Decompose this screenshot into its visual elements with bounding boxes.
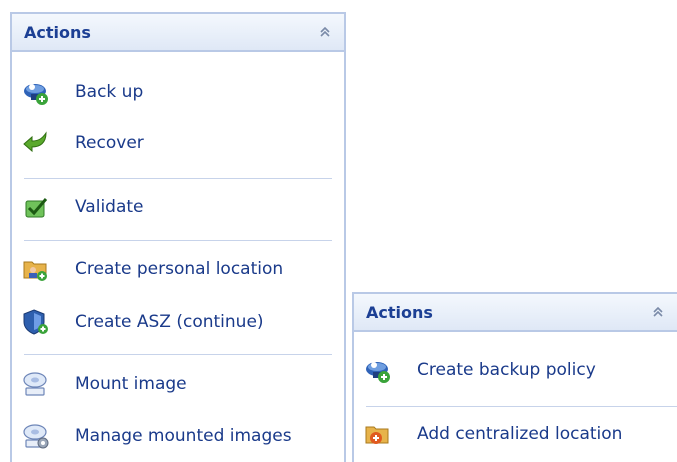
divider — [24, 178, 332, 179]
double-chevron-up-icon[interactable] — [318, 25, 332, 39]
action-label: Manage mounted images — [75, 426, 292, 446]
panel-header[interactable]: Actions — [12, 14, 344, 52]
action-label: Create ASZ (continue) — [75, 312, 264, 332]
action-label: Add centralized location — [417, 424, 623, 444]
folder-add-icon — [365, 426, 389, 444]
divider — [24, 354, 332, 355]
panel-title: Actions — [24, 22, 91, 42]
divider — [366, 406, 677, 407]
actions-panel-left: Actions Back up Recover Validate Create … — [10, 12, 346, 462]
action-create-personal-location[interactable]: Create personal location — [22, 251, 283, 287]
action-recover[interactable]: Recover — [22, 125, 144, 161]
action-mount-image[interactable]: Mount image — [22, 366, 187, 402]
action-label: Create personal location — [75, 259, 284, 279]
action-validate[interactable]: Validate — [22, 189, 144, 225]
action-add-centralized-location[interactable]: Add centralized location — [364, 416, 622, 452]
double-chevron-up-icon[interactable] — [651, 305, 665, 319]
action-label: Back up — [75, 82, 144, 102]
action-back-up[interactable]: Back up — [22, 74, 143, 110]
action-label: Recover — [75, 133, 144, 153]
action-manage-mounted-images[interactable]: Manage mounted images — [22, 418, 292, 454]
shield-icon — [23, 309, 48, 335]
action-label: Validate — [75, 197, 144, 217]
action-label: Create backup policy — [417, 360, 596, 380]
panel-header[interactable]: Actions — [354, 294, 677, 332]
folder-user-icon — [23, 261, 47, 281]
backup-icon — [24, 84, 48, 105]
action-create-backup-policy[interactable]: Create backup policy — [364, 352, 596, 388]
disk-mount-icon — [23, 372, 47, 396]
actions-panel-right: Actions Create backup policy Add central… — [352, 292, 677, 462]
disk-gear-icon — [23, 424, 49, 449]
panel-title: Actions — [366, 302, 433, 322]
divider — [24, 240, 332, 241]
action-label: Mount image — [75, 374, 187, 394]
validate-check-icon — [25, 198, 48, 218]
backup-icon — [366, 362, 390, 383]
recover-arrow-icon — [23, 131, 47, 153]
action-create-asz[interactable]: Create ASZ (continue) — [22, 304, 264, 340]
